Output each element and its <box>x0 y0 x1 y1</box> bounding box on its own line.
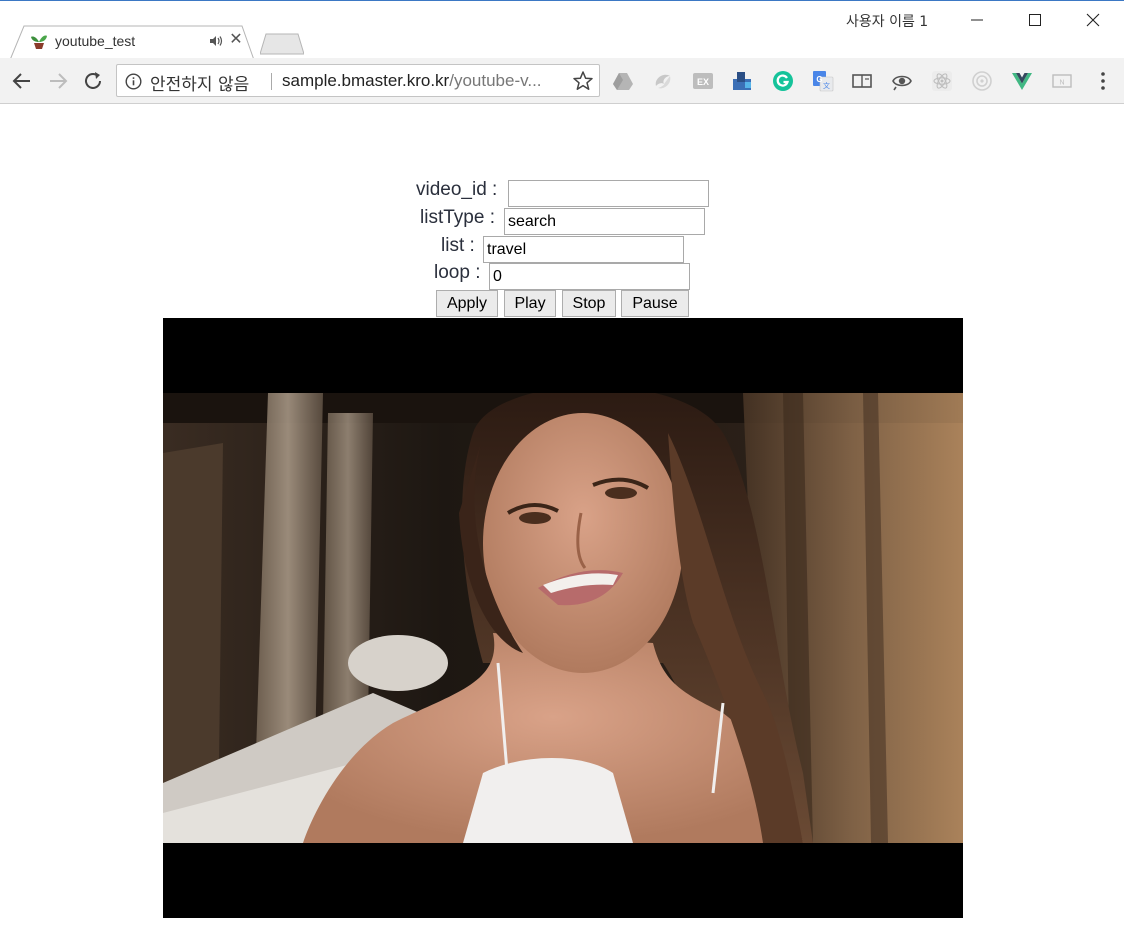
loop-input[interactable] <box>489 263 690 290</box>
list-type-row: listType : <box>420 206 720 235</box>
react-devtools-icon[interactable] <box>931 70 953 92</box>
stop-button[interactable]: Stop <box>562 290 616 317</box>
menu-dots-icon[interactable] <box>1092 70 1114 92</box>
minimize-icon <box>971 19 983 21</box>
reader-extension-icon[interactable] <box>851 70 873 92</box>
video-id-row: video_id : <box>416 178 716 207</box>
google-drive-icon[interactable] <box>612 70 634 92</box>
window-close-button[interactable] <box>1070 5 1116 35</box>
list-input[interactable] <box>483 236 684 263</box>
address-bar[interactable]: 안전하지 않음 sample.bmaster.kro.kr/youtube-v.… <box>116 64 600 97</box>
sprout-favicon-icon <box>31 35 47 49</box>
swirl-extension-icon[interactable] <box>652 70 674 92</box>
reload-icon[interactable] <box>81 69 105 93</box>
security-label[interactable]: 안전하지 않음 <box>150 70 249 95</box>
pause-button[interactable]: Pause <box>621 290 689 317</box>
video-frame[interactable] <box>163 393 963 843</box>
n-extension-icon[interactable]: N <box>1051 70 1073 92</box>
bookmark-extension-icon[interactable] <box>731 70 753 92</box>
svg-text:G: G <box>816 75 822 84</box>
ex-extension-icon[interactable]: EX <box>692 70 714 92</box>
back-arrow-icon[interactable] <box>10 69 34 93</box>
url-text[interactable]: sample.bmaster.kro.kr/youtube-v... <box>282 71 542 91</box>
list-row: list : <box>441 234 701 263</box>
grammarly-icon[interactable] <box>772 70 794 92</box>
new-tab-button[interactable] <box>260 33 304 55</box>
url-path: /youtube-v... <box>449 71 542 90</box>
maximize-button[interactable] <box>1012 5 1058 35</box>
target-extension-icon[interactable] <box>971 70 993 92</box>
profile-name[interactable]: 사용자 이름 1 <box>846 11 928 31</box>
loop-row: loop : <box>434 261 704 290</box>
apply-button[interactable]: Apply <box>436 290 498 317</box>
info-icon[interactable] <box>125 73 142 90</box>
tab-title: youtube_test <box>55 33 136 49</box>
svg-text:EX: EX <box>697 77 709 87</box>
close-icon[interactable]: ✕ <box>228 31 244 49</box>
play-button[interactable]: Play <box>504 290 556 317</box>
loop-label: loop : <box>434 262 481 283</box>
youtube-player[interactable] <box>163 318 963 918</box>
svg-text:文: 文 <box>823 81 830 90</box>
browser-toolbar: 안전하지 않음 sample.bmaster.kro.kr/youtube-v.… <box>0 58 1124 104</box>
list-type-label: listType : <box>420 207 495 228</box>
maximize-icon <box>1029 14 1041 26</box>
title-bar: youtube_test ✕ 사용자 이름 1 <box>0 0 1124 60</box>
video-still-image <box>163 393 963 843</box>
browser-tab[interactable]: youtube_test ✕ <box>10 25 254 60</box>
video-id-input[interactable] <box>508 180 709 207</box>
eye-extension-icon[interactable] <box>891 70 913 92</box>
video-id-label: video_id : <box>416 179 498 200</box>
list-type-input[interactable] <box>504 208 705 235</box>
google-translate-icon[interactable]: G 文 <box>812 70 834 92</box>
list-label: list : <box>441 235 475 256</box>
address-separator <box>271 73 272 90</box>
vue-devtools-icon[interactable] <box>1011 70 1033 92</box>
forward-arrow-icon[interactable] <box>46 69 70 93</box>
url-host: sample.bmaster.kro.kr <box>282 71 450 90</box>
window-close-icon <box>1086 13 1100 27</box>
speaker-icon[interactable] <box>209 34 223 48</box>
minimize-button[interactable] <box>954 5 1000 35</box>
svg-text:N: N <box>1059 80 1064 87</box>
bookmark-star-icon[interactable] <box>572 70 594 92</box>
